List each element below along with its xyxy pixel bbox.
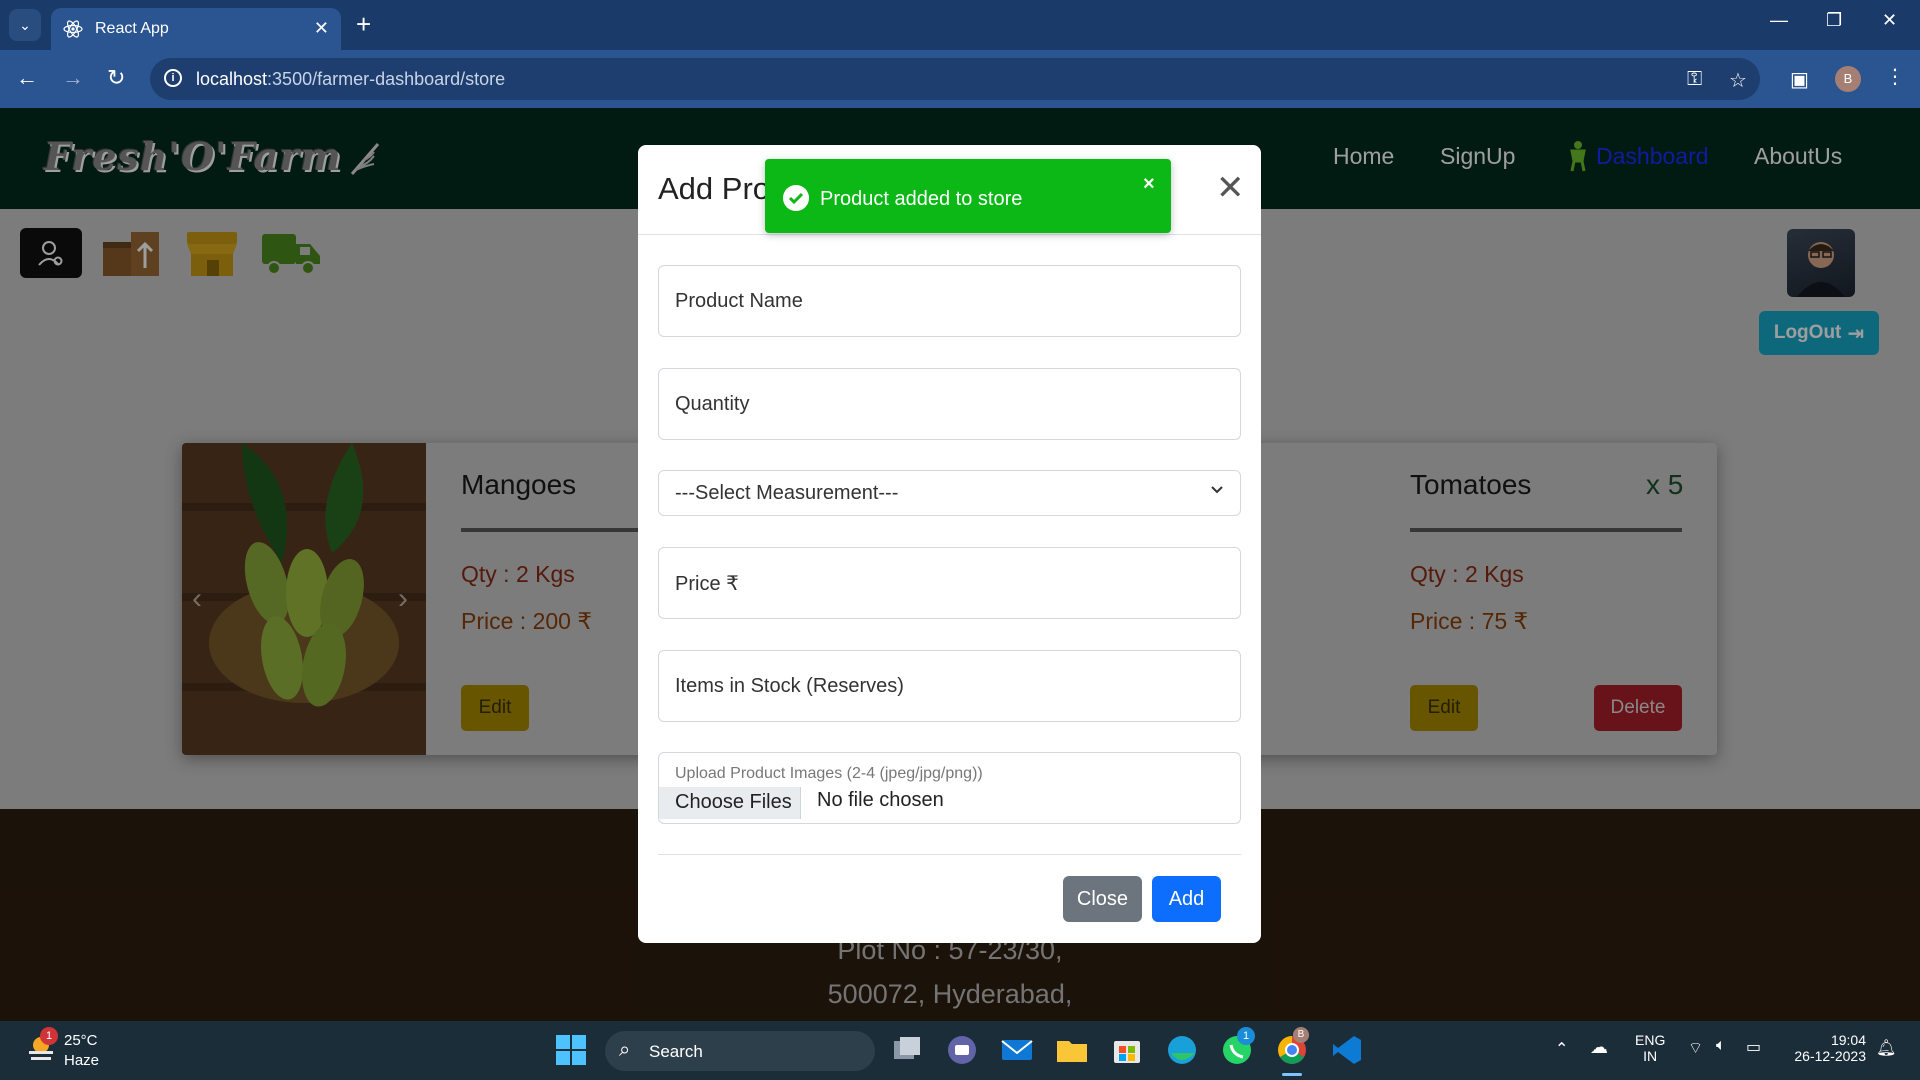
toast-message: Product added to store: [820, 188, 1023, 210]
modal-footer-divider: [658, 854, 1241, 855]
taskbar-search[interactable]: ⌕ Search: [605, 1031, 875, 1071]
windows-taskbar: 1 25°C Haze ⌕ Search 1 B ⌃ ☁ ENG IN ⌔ 🔈︎…: [0, 1021, 1920, 1080]
stock-input[interactable]: Items in Stock (Reserves): [658, 650, 1241, 722]
weather-desc[interactable]: Haze: [64, 1052, 99, 1069]
whatsapp-badge: 1: [1237, 1027, 1255, 1045]
close-icon[interactable]: ✕: [1216, 171, 1245, 205]
toast-close-icon[interactable]: ×: [1143, 173, 1155, 196]
add-product-modal: Add Product ✕ Product Name Quantity ---S…: [638, 145, 1261, 943]
measurement-select[interactable]: ---Select Measurement---: [658, 470, 1241, 516]
choose-files-button[interactable]: Choose Files: [659, 787, 801, 819]
new-tab-button[interactable]: +: [356, 11, 371, 37]
file-explorer-icon[interactable]: [1055, 1033, 1089, 1067]
search-label: Search: [649, 1042, 703, 1061]
windows-start-icon[interactable]: [554, 1033, 588, 1067]
vscode-icon[interactable]: [1330, 1033, 1364, 1067]
tab-search-button[interactable]: ⌄: [9, 9, 41, 41]
notification-bell-icon[interactable]: 🔔︎: [1876, 1038, 1896, 1058]
file-status: No file chosen: [817, 789, 944, 811]
close-tab-icon[interactable]: ✕: [314, 18, 329, 39]
clock[interactable]: 19:04 26-12-2023: [1786, 1032, 1866, 1064]
weather-temp[interactable]: 25°C: [64, 1032, 98, 1049]
back-arrow-icon[interactable]: ←: [16, 66, 38, 90]
side-panel-icon[interactable]: ▣: [1790, 67, 1809, 92]
edge-icon[interactable]: [1165, 1033, 1199, 1067]
active-app-indicator: [1282, 1073, 1302, 1076]
teams-chat-icon[interactable]: [945, 1033, 979, 1067]
ms-store-icon[interactable]: [1110, 1033, 1144, 1067]
search-icon: ⌕: [619, 1039, 631, 1061]
react-logo-icon: [63, 20, 83, 38]
add-button[interactable]: Add: [1152, 876, 1221, 922]
success-toast: Product added to store ×: [765, 159, 1171, 233]
price-input[interactable]: Price ₹: [658, 547, 1241, 619]
language-indicator[interactable]: ENG IN: [1635, 1032, 1665, 1064]
close-button[interactable]: Close: [1063, 876, 1142, 922]
battery-icon[interactable]: ▭: [1746, 1037, 1761, 1057]
quantity-input[interactable]: Quantity: [658, 368, 1241, 440]
chrome-profile-badge: B: [1293, 1027, 1309, 1043]
volume-icon[interactable]: 🔈︎: [1716, 1037, 1726, 1055]
tab-title: React App: [95, 20, 169, 37]
reload-icon[interactable]: ↻: [107, 66, 125, 90]
chevron-up-icon[interactable]: ⌃: [1555, 1039, 1568, 1059]
task-view-icon[interactable]: [890, 1033, 924, 1067]
forward-arrow-icon[interactable]: →: [62, 66, 84, 90]
key-icon[interactable]: ⚿: [1687, 68, 1702, 91]
measurement-selected: ---Select Measurement---: [675, 481, 899, 504]
modal-header-divider: [638, 234, 1261, 235]
upload-label: Upload Product Images (2-4 (jpeg/jpg/png…: [675, 765, 983, 782]
star-icon[interactable]: ☆: [1729, 68, 1747, 93]
chevron-down-icon: ⌄: [19, 16, 31, 33]
close-window-icon[interactable]: ✕: [1882, 10, 1897, 31]
weather-badge: 1: [40, 1027, 58, 1045]
onedrive-icon[interactable]: ☁: [1590, 1037, 1608, 1058]
address-bar[interactable]: i localhost:3500/farmer-dashboard/store …: [150, 58, 1760, 100]
chevron-down-icon: [1211, 486, 1223, 494]
address-toolbar: ← → ↻ i localhost:3500/farmer-dashboard/…: [0, 50, 1920, 108]
image-upload-field[interactable]: Upload Product Images (2-4 (jpeg/jpg/png…: [658, 752, 1241, 824]
mail-icon[interactable]: [1000, 1033, 1034, 1067]
wifi-icon[interactable]: ⌔: [1688, 1038, 1703, 1058]
minimize-icon[interactable]: —: [1770, 10, 1788, 31]
browser-tab-strip: ⌄ React App ✕ + — ❐ ✕: [0, 0, 1920, 50]
profile-avatar[interactable]: B: [1835, 66, 1861, 92]
browser-tab[interactable]: React App ✕: [51, 8, 341, 50]
check-circle-icon: [783, 185, 809, 211]
more-menu-icon[interactable]: ⋮: [1885, 64, 1905, 89]
restore-icon[interactable]: ❐: [1826, 10, 1842, 31]
url-text: localhost:3500/farmer-dashboard/store: [196, 69, 506, 89]
site-info-icon[interactable]: i: [164, 69, 182, 87]
product-name-input[interactable]: Product Name: [658, 265, 1241, 337]
